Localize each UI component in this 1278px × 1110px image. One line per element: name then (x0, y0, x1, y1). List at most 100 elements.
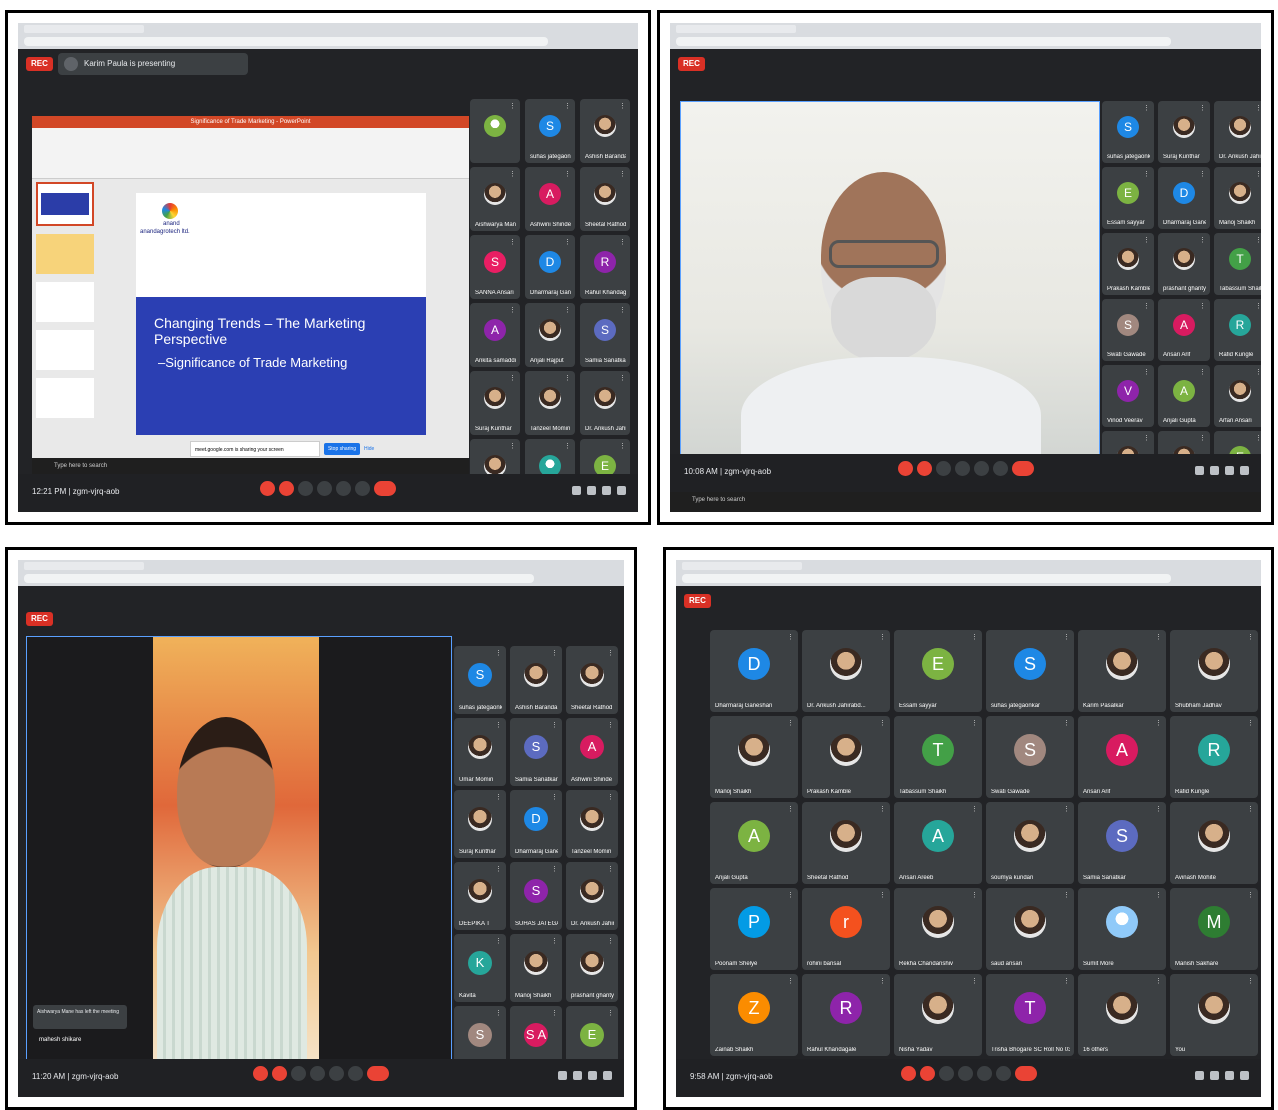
stop-sharing-button[interactable]: Stop sharing (324, 443, 360, 455)
participant-tile[interactable]: ⋮ Dr. Ankush Jahirabd... (802, 630, 890, 712)
participant-tile[interactable]: ⋮ Sheetal Rathod (580, 167, 630, 231)
more-options-button[interactable] (995, 1066, 1011, 1081)
raise-hand-button[interactable] (317, 481, 332, 496)
participant-tile[interactable]: ⋮ Suraj Kunthar (454, 790, 506, 858)
participant-tile[interactable]: ⋮ 16 others (1078, 974, 1166, 1056)
participant-tile[interactable]: S⋮suhas jategaonkar (525, 99, 575, 163)
participant-tile[interactable]: ⋮ Dr. Ankush Jahirabd... (580, 371, 630, 435)
participant-tile[interactable]: ⋮ Sheetal Rathod (802, 802, 890, 884)
participant-tile[interactable]: ⋮ Anjali Rajput (525, 303, 575, 367)
participant-tile[interactable]: S ⋮ Samia Sanatkar (580, 303, 630, 367)
participant-tile[interactable]: ⋮ Rekha Chandanshiv (894, 888, 982, 970)
participant-tile[interactable]: ⋮ Karim Pasalkar (1078, 630, 1166, 712)
chat-icon[interactable] (602, 486, 611, 495)
present-button[interactable] (973, 461, 989, 476)
chat-icon[interactable] (588, 1071, 597, 1080)
participant-tile[interactable]: S ⋮ Swati Gawade (1102, 299, 1154, 361)
present-button[interactable] (329, 1066, 344, 1081)
participant-tile[interactable]: ⋮ Manoj Shaikh (1214, 167, 1261, 229)
participant-tile[interactable]: S⋮ SUHAS JATEGAON... (510, 862, 562, 930)
raise-hand-button[interactable] (954, 461, 970, 476)
participant-tile[interactable]: A ⋮ Ansari Arif (1078, 716, 1166, 798)
people-icon[interactable] (1210, 1071, 1219, 1080)
participant-tile[interactable]: A ⋮ Anjali Gupta (710, 802, 798, 884)
participant-tile[interactable]: ⋮ Prakash Kamble (1102, 233, 1154, 295)
participant-tile[interactable]: E ⋮ Essam sayyar (894, 630, 982, 712)
participant-tile[interactable]: ⋮ Avinash Mohite (1170, 802, 1258, 884)
captions-button[interactable] (938, 1066, 954, 1081)
participant-tile[interactable]: D⋮Dharmaraj Ganesh... (1158, 167, 1210, 229)
captions-button[interactable] (298, 481, 313, 496)
participant-tile[interactable]: ⋮ Sumit More (1078, 888, 1166, 970)
participant-tile[interactable]: A ⋮ Ankita samaddi (470, 303, 520, 367)
mic-button[interactable] (897, 461, 913, 476)
leave-call-button[interactable] (1014, 1066, 1037, 1081)
participant-tile[interactable]: ⋮ Aishwarya Mane (470, 167, 520, 231)
participant-tile[interactable]: ⋮ Prakash Kamble (802, 716, 890, 798)
more-options-button[interactable] (348, 1066, 363, 1081)
camera-button[interactable] (279, 481, 294, 496)
participant-tile[interactable]: A ⋮ Anjali Gupta (1158, 365, 1210, 427)
activities-icon[interactable] (603, 1071, 612, 1080)
present-button[interactable] (976, 1066, 992, 1081)
participant-tile[interactable]: R ⋮ Rafid Kungle (1214, 299, 1261, 361)
participant-tile[interactable]: ⋮ prashant ghantyal (566, 934, 618, 1002)
participant-tile[interactable]: ⋮ prashant ghantyal (1158, 233, 1210, 295)
camera-button[interactable] (916, 461, 932, 476)
participant-tile[interactable]: ⋮ You (1170, 974, 1258, 1056)
activities-icon[interactable] (617, 486, 626, 495)
participant-tile[interactable]: T ⋮ Trisha Bhogare SC Roll No 03 (986, 974, 1074, 1056)
participant-tile[interactable]: Z ⋮ Zainab Shaikh (710, 974, 798, 1056)
participant-tile[interactable]: S⋮suhas jategaonkar (454, 646, 506, 714)
participant-tile[interactable]: ⋮ Manoj Shaikh (510, 934, 562, 1002)
participant-tile[interactable]: ⋮ Suraj Kunthar (470, 371, 520, 435)
present-button[interactable] (336, 481, 351, 496)
participant-tile[interactable]: ⋮ (470, 99, 520, 163)
participant-tile[interactable]: A ⋮ Ansari Areeb (894, 802, 982, 884)
participant-tile[interactable]: ⋮ soumya kundan (986, 802, 1074, 884)
info-icon[interactable] (1195, 466, 1204, 475)
captions-button[interactable] (291, 1066, 306, 1081)
participant-tile[interactable]: R⋮Rahul Khandagale (802, 974, 890, 1056)
chat-icon[interactable] (1225, 466, 1234, 475)
people-icon[interactable] (573, 1071, 582, 1080)
info-icon[interactable] (558, 1071, 567, 1080)
participant-tile[interactable]: D⋮Dharmaraj Ganesh... (525, 235, 575, 299)
participant-tile[interactable]: T ⋮ Tabassum Shaikh (894, 716, 982, 798)
participant-tile[interactable]: V ⋮ Vinod Veerav (1102, 365, 1154, 427)
mic-button[interactable] (260, 481, 275, 496)
more-options-button[interactable] (992, 461, 1008, 476)
activities-icon[interactable] (1240, 466, 1249, 475)
participant-tile[interactable]: A ⋮ Ansari Arif (1158, 299, 1210, 361)
participant-tile[interactable]: S ⋮ Swati Gawade (986, 716, 1074, 798)
participant-tile[interactable]: T ⋮ Tabassum Shaikh (1214, 233, 1261, 295)
leave-call-button[interactable] (374, 481, 396, 496)
participant-tile[interactable]: ⋮ Manoj Shaikh (710, 716, 798, 798)
participant-tile[interactable]: R⋮Rahul Khandagale (580, 235, 630, 299)
leave-call-button[interactable] (367, 1066, 389, 1081)
participant-tile[interactable]: R ⋮ Rafid Kungle (1170, 716, 1258, 798)
participant-tile[interactable]: A ⋮ Ashwini Shinde (525, 167, 575, 231)
people-icon[interactable] (587, 486, 596, 495)
participant-tile[interactable]: S ⋮ SANNA Ansari (470, 235, 520, 299)
participant-tile[interactable]: S⋮suhas jategaonkar (986, 630, 1074, 712)
info-icon[interactable] (572, 486, 581, 495)
participant-tile[interactable]: r ⋮ rohini bansal (802, 888, 890, 970)
chat-icon[interactable] (1225, 1071, 1234, 1080)
participant-tile[interactable]: A ⋮ Ashwini Shinde (566, 718, 618, 786)
info-icon[interactable] (1195, 1071, 1204, 1080)
participant-tile[interactable]: ⋮ Nisha Yadav (894, 974, 982, 1056)
captions-button[interactable] (935, 461, 951, 476)
more-options-button[interactable] (355, 481, 370, 496)
participant-tile[interactable]: ⋮ Arfan Ansari (1214, 365, 1261, 427)
participant-tile[interactable]: P ⋮ Poonam Shelye (710, 888, 798, 970)
participant-tile[interactable]: D ⋮ Dharmaraj Ganeshan (710, 630, 798, 712)
leave-call-button[interactable] (1011, 461, 1034, 476)
participant-tile[interactable]: E ⋮ Essam sayyar (1102, 167, 1154, 229)
participant-tile[interactable]: ⋮ Ashish Baranda (580, 99, 630, 163)
participant-tile[interactable]: ⋮ Umar Momin (454, 718, 506, 786)
participant-tile[interactable]: ⋮ Shubham Jadhav (1170, 630, 1258, 712)
mic-button[interactable] (253, 1066, 268, 1081)
participant-tile[interactable]: S ⋮ Samia Sanatkar (510, 718, 562, 786)
participant-tile[interactable]: ⋮ saud ansari (986, 888, 1074, 970)
